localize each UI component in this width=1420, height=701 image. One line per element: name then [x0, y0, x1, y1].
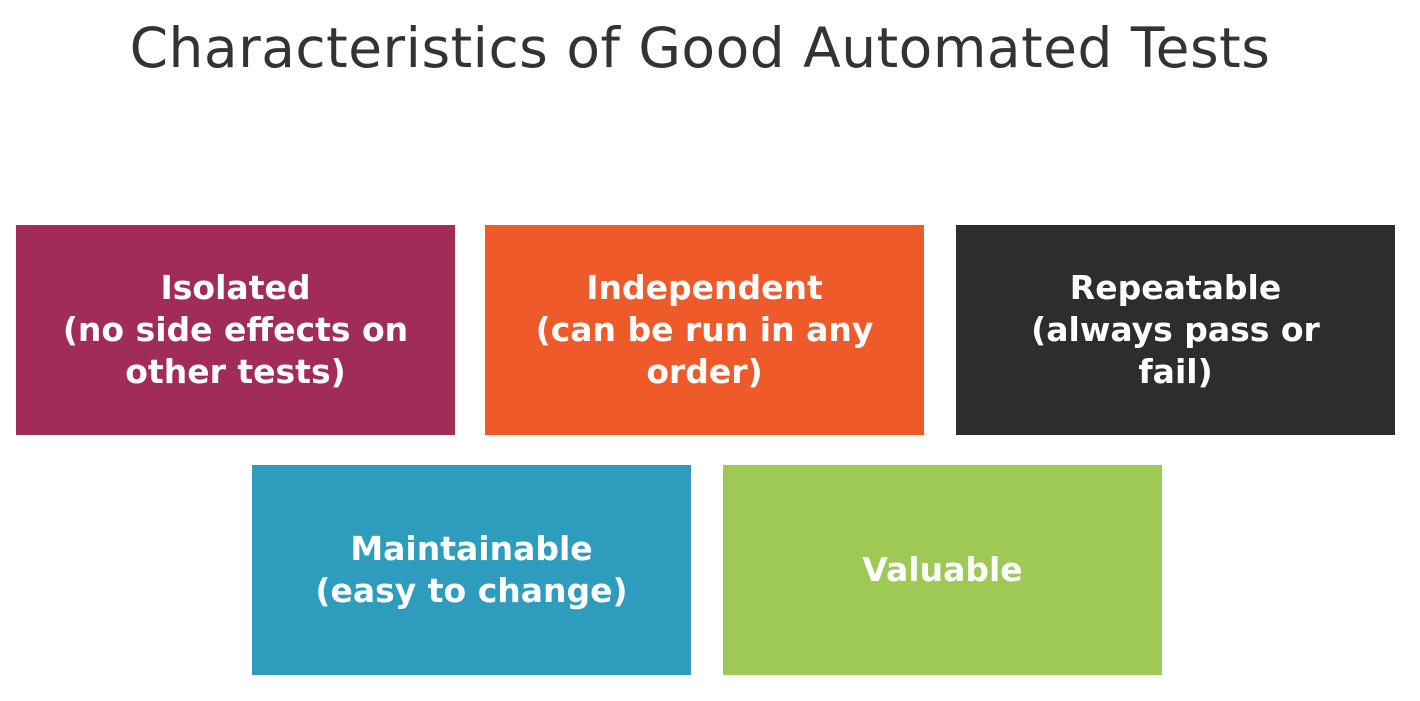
card-title: Isolated — [160, 268, 311, 307]
card-valuable: Valuable — [723, 465, 1162, 675]
card-maintainable: Maintainable (easy to change) — [252, 465, 691, 675]
card-title: Valuable — [862, 550, 1023, 589]
card-description: (no side effects on other tests) — [62, 310, 409, 391]
slide-title: Characteristics of Good Automated Tests — [129, 16, 1271, 80]
card-repeatable: Repeatable (always pass or fail) — [956, 225, 1395, 435]
card-title: Repeatable — [1069, 268, 1282, 307]
card-independent: Independent (can be run in any order) — [485, 225, 924, 435]
card-description: (can be run in any order) — [535, 310, 874, 391]
card-isolated: Isolated (no side effects on other tests… — [16, 225, 455, 435]
card-description: (always pass or fail) — [1031, 310, 1320, 391]
card-title: Independent — [586, 268, 823, 307]
card-description: (easy to change) — [315, 571, 628, 610]
card-title: Maintainable — [350, 529, 593, 568]
